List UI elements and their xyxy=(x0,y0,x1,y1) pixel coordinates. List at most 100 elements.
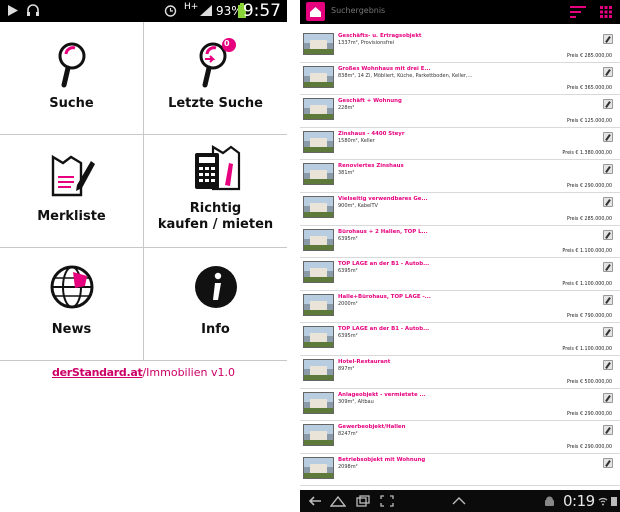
app-logo[interactable] xyxy=(306,2,325,21)
row-divider xyxy=(300,485,620,487)
photo-building xyxy=(309,398,328,408)
edit-note-icon[interactable] xyxy=(603,197,613,207)
edit-note-icon[interactable] xyxy=(603,294,613,305)
listing-photo xyxy=(303,65,334,88)
signal-icon xyxy=(200,5,212,16)
photo-building xyxy=(309,40,328,49)
listing-price: Preis € 290.000,00 xyxy=(566,444,612,450)
result-row[interactable]: Vielseitig verwendbares Ge... 900m², Kabe… xyxy=(300,193,620,226)
result-row[interactable]: Hotel-Restaurant 897m² Preis € 500.000,00 xyxy=(300,356,620,389)
play-icon xyxy=(8,5,18,16)
result-row[interactable]: Halle+Bürohaus, TOP LAGE -... 2000m² Preis… xyxy=(300,291,620,324)
photo-ground xyxy=(304,81,333,87)
edit-note-icon[interactable] xyxy=(603,164,613,175)
photo-ground xyxy=(304,375,333,380)
edit-note-icon[interactable] xyxy=(603,34,613,44)
grid-view-icon[interactable] xyxy=(600,6,612,18)
photo-ground xyxy=(304,407,333,413)
menu-recent-search-label: Letzte Suche xyxy=(168,96,263,111)
chevron-up-icon[interactable] xyxy=(452,497,466,505)
photo-building xyxy=(309,105,328,115)
recent-apps-icon[interactable] xyxy=(356,495,370,507)
listing-details: 6395m² xyxy=(338,333,358,340)
listing-photo xyxy=(303,130,334,153)
android-icon xyxy=(545,496,554,506)
result-row[interactable]: Geschäft + Wohnung 228m² Preis € 125.000,0… xyxy=(300,95,620,128)
photo-ground xyxy=(304,114,333,120)
result-row[interactable]: Bürohaus + 2 Hallen, TOP L... 6395m² Preis… xyxy=(300,226,620,259)
home-icon[interactable] xyxy=(330,495,346,507)
photo-ground xyxy=(304,472,333,478)
menu-info-label: Info xyxy=(201,322,230,337)
listing-details: 2000m² xyxy=(338,300,358,307)
listing-title: TOP LAGE an der B1 - Autob... xyxy=(338,326,430,333)
result-row[interactable]: Renoviertes Zinshaus 381m² Preis € 290.000… xyxy=(300,160,620,193)
result-row[interactable]: Anlageobjekt - vermietete ... 309m², Altb… xyxy=(300,389,620,422)
edit-note-icon[interactable] xyxy=(603,327,613,338)
listing-photo xyxy=(303,196,334,218)
results-list: Geschäfts- u. Ertragsobjekt 1337m², Provi… xyxy=(300,30,620,488)
listing-title: TOP LAGE an der B1 - Autob... xyxy=(338,261,430,268)
edit-note-icon[interactable] xyxy=(603,457,613,468)
photo-ground xyxy=(304,440,333,446)
listing-photo xyxy=(303,424,334,447)
result-row[interactable]: Betriebsobjekt mit Wohnung 2098m² xyxy=(300,454,620,487)
listing-price: Preis € 1.100.000,00 xyxy=(562,346,612,352)
listing-title: Vielseitig verwendbares Ge... xyxy=(338,196,428,202)
photo-ground xyxy=(304,277,333,283)
listing-title: Anlageobjekt - vermietete ... xyxy=(338,391,426,398)
listing-title: Halle+Bürohaus, TOP LAGE -... xyxy=(338,293,431,300)
status-bar: H+ 93% 9:57 xyxy=(0,0,287,22)
edit-note-icon[interactable] xyxy=(603,360,613,370)
menu-watchlist-button[interactable]: Merkliste xyxy=(0,135,143,247)
listing-photo xyxy=(303,33,334,55)
listing-details: 309m², Altbau xyxy=(338,398,374,405)
listing-details: 8247m² xyxy=(338,431,358,438)
listing-photo xyxy=(303,98,334,121)
photo-ground xyxy=(304,212,333,217)
tablet-nav-time: 0:19 xyxy=(563,492,595,510)
result-row[interactable]: Großes Wohnhaus mit drei E... 838m², 14 Z… xyxy=(300,63,620,96)
listing-price: Preis € 500.000,00 xyxy=(566,379,612,385)
screenshot-icon[interactable] xyxy=(380,495,394,507)
menu-recent-search-button[interactable]: 0 Letzte Suche xyxy=(144,22,287,134)
photo-building xyxy=(309,72,328,82)
listing-details: 228m² xyxy=(338,105,355,112)
menu-watchlist-label: Merkliste xyxy=(37,209,106,224)
screenshot-gap xyxy=(287,0,300,512)
listing-price: Preis € 365.000,00 xyxy=(566,86,612,92)
listing-details: 2098m² xyxy=(338,463,358,470)
listing-price: Preis € 1.100.000,00 xyxy=(562,249,612,255)
edit-note-icon[interactable] xyxy=(603,392,613,403)
menu-info-button[interactable]: Info xyxy=(144,248,287,360)
edit-note-icon[interactable] xyxy=(603,131,613,142)
headphones-icon xyxy=(27,4,39,16)
listing-price: Preis € 790.000,00 xyxy=(566,314,612,320)
result-row[interactable]: Geschäfts- u. Ertragsobjekt 1337m², Provi… xyxy=(300,30,620,63)
status-time: 9:57 xyxy=(242,1,281,21)
edit-note-icon[interactable] xyxy=(603,66,613,77)
sort-icon[interactable] xyxy=(570,6,588,18)
back-icon[interactable] xyxy=(308,495,322,507)
menu-search-button[interactable]: Suche xyxy=(0,22,143,134)
result-row[interactable]: TOP LAGE an der B1 - Autob... 6395m² Preis… xyxy=(300,258,620,291)
grid-divider-1 xyxy=(0,134,287,135)
footer-brand-link[interactable]: derStandard.at xyxy=(52,366,143,379)
menu-buy-rent-button[interactable]: Richtig kaufen / mieten xyxy=(144,135,287,247)
photo-building xyxy=(309,268,328,278)
menu-news-button[interactable]: News xyxy=(0,248,143,360)
result-row[interactable]: Zinshaus - 4400 Steyr 1580m², Keller Preis… xyxy=(300,128,620,161)
result-row[interactable]: Gewerbeobjekt/Hallen 8247m² Preis € 290.00… xyxy=(300,421,620,454)
photo-ground xyxy=(304,342,333,348)
listing-details: 838m², 14 Zi, Möbliert, Küche, Parkettbo… xyxy=(338,72,473,79)
edit-note-icon[interactable] xyxy=(603,229,613,240)
listing-price: Preis € 1.380.000,00 xyxy=(562,151,612,157)
photo-building xyxy=(309,235,328,245)
result-row[interactable]: TOP LAGE an der B1 - Autob... 6395m² Preis… xyxy=(300,323,620,356)
photo-building xyxy=(309,170,328,180)
edit-note-icon[interactable] xyxy=(603,425,613,436)
menu-search-label: Suche xyxy=(49,96,94,111)
edit-note-icon[interactable] xyxy=(603,99,613,110)
photo-building xyxy=(309,203,328,212)
edit-note-icon[interactable] xyxy=(603,262,613,273)
